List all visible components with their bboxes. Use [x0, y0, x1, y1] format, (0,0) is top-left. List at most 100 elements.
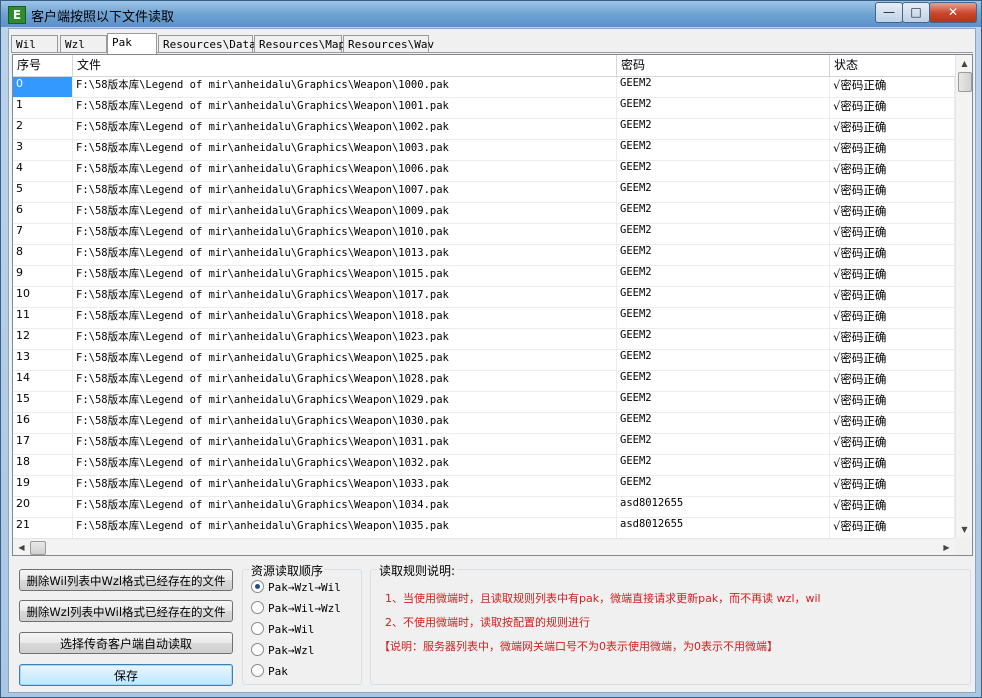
row-file-cell[interactable]: F:\58版本库\Legend of mir\anheidalu\Graphic… — [73, 455, 617, 475]
row-index-cell[interactable]: 20 — [13, 497, 73, 517]
tab-wzl[interactable]: Wzl — [60, 35, 107, 52]
row-file-cell[interactable]: F:\58版本库\Legend of mir\anheidalu\Graphic… — [73, 518, 617, 538]
table-row[interactable]: 16 F:\58版本库\Legend of mir\anheidalu\Graph… — [13, 413, 955, 434]
table-row[interactable]: 13 F:\58版本库\Legend of mir\anheidalu\Graph… — [13, 350, 955, 371]
row-password-cell[interactable]: GEEM2 — [617, 203, 830, 223]
row-file-cell[interactable]: F:\58版本库\Legend of mir\anheidalu\Graphic… — [73, 308, 617, 328]
row-index-cell[interactable]: 21 — [13, 518, 73, 538]
row-index-cell[interactable]: 5 — [13, 182, 73, 202]
row-file-cell[interactable]: F:\58版本库\Legend of mir\anheidalu\Graphic… — [73, 182, 617, 202]
row-file-cell[interactable]: F:\58版本库\Legend of mir\anheidalu\Graphic… — [73, 392, 617, 412]
close-button[interactable]: ✕ — [929, 2, 977, 23]
select-client-button[interactable]: 选择传奇客户端自动读取 — [19, 632, 233, 654]
row-status-cell[interactable]: √密码正确 — [830, 476, 955, 496]
table-row[interactable]: 12 F:\58版本库\Legend of mir\anheidalu\Graph… — [13, 329, 955, 350]
table-row[interactable]: 6 F:\58版本库\Legend of mir\anheidalu\Graphi… — [13, 203, 955, 224]
row-file-cell[interactable]: F:\58版本库\Legend of mir\anheidalu\Graphic… — [73, 476, 617, 496]
row-file-cell[interactable]: F:\58版本库\Legend of mir\anheidalu\Graphic… — [73, 497, 617, 517]
row-index-cell[interactable]: 1 — [13, 98, 73, 118]
row-password-cell[interactable]: GEEM2 — [617, 371, 830, 391]
row-status-cell[interactable]: √密码正确 — [830, 413, 955, 433]
row-index-cell[interactable]: 4 — [13, 161, 73, 181]
table-row[interactable]: 10 F:\58版本库\Legend of mir\anheidalu\Graph… — [13, 287, 955, 308]
row-status-cell[interactable]: √密码正确 — [830, 161, 955, 181]
radio-icon[interactable] — [251, 622, 264, 635]
row-status-cell[interactable]: √密码正确 — [830, 371, 955, 391]
row-file-cell[interactable]: F:\58版本库\Legend of mir\anheidalu\Graphic… — [73, 350, 617, 370]
tab-resources-map[interactable]: Resources\Map — [254, 35, 345, 52]
header-password[interactable]: 密码 — [617, 55, 830, 76]
radio-pak-wil[interactable]: Pak→Wil — [251, 622, 314, 640]
row-password-cell[interactable]: GEEM2 — [617, 434, 830, 454]
row-index-cell[interactable]: 12 — [13, 329, 73, 349]
delete-wzl-dup-button[interactable]: 删除Wzl列表中Wil格式已经存在的文件 — [19, 600, 233, 622]
row-password-cell[interactable]: GEEM2 — [617, 98, 830, 118]
row-status-cell[interactable]: √密码正确 — [830, 392, 955, 412]
minimize-button[interactable]: — — [875, 2, 903, 23]
row-password-cell[interactable]: GEEM2 — [617, 392, 830, 412]
table-row[interactable]: 2 F:\58版本库\Legend of mir\anheidalu\Graphi… — [13, 119, 955, 140]
row-index-cell[interactable]: 6 — [13, 203, 73, 223]
row-password-cell[interactable]: GEEM2 — [617, 245, 830, 265]
radio-selected-icon[interactable] — [251, 580, 264, 593]
table-row[interactable]: 15 F:\58版本库\Legend of mir\anheidalu\Graph… — [13, 392, 955, 413]
row-password-cell[interactable]: GEEM2 — [617, 455, 830, 475]
radio-icon[interactable] — [251, 664, 264, 677]
row-status-cell[interactable]: √密码正确 — [830, 98, 955, 118]
row-password-cell[interactable]: GEEM2 — [617, 476, 830, 496]
radio-pak-wzl-wil[interactable]: Pak→Wzl→Wil — [251, 580, 341, 598]
row-status-cell[interactable]: √密码正确 — [830, 455, 955, 475]
row-index-cell[interactable]: 13 — [13, 350, 73, 370]
table-row[interactable]: 11 F:\58版本库\Legend of mir\anheidalu\Graph… — [13, 308, 955, 329]
row-password-cell[interactable]: GEEM2 — [617, 182, 830, 202]
row-file-cell[interactable]: F:\58版本库\Legend of mir\anheidalu\Graphic… — [73, 245, 617, 265]
table-row[interactable]: 19 F:\58版本库\Legend of mir\anheidalu\Graph… — [13, 476, 955, 497]
row-file-cell[interactable]: F:\58版本库\Legend of mir\anheidalu\Graphic… — [73, 140, 617, 160]
table-row[interactable]: 4 F:\58版本库\Legend of mir\anheidalu\Graphi… — [13, 161, 955, 182]
row-status-cell[interactable]: √密码正确 — [830, 350, 955, 370]
tab-pak[interactable]: Pak — [107, 33, 157, 54]
row-file-cell[interactable]: F:\58版本库\Legend of mir\anheidalu\Graphic… — [73, 413, 617, 433]
row-index-cell[interactable]: 18 — [13, 455, 73, 475]
row-file-cell[interactable]: F:\58版本库\Legend of mir\anheidalu\Graphic… — [73, 119, 617, 139]
row-password-cell[interactable]: GEEM2 — [617, 329, 830, 349]
row-password-cell[interactable]: GEEM2 — [617, 350, 830, 370]
row-password-cell[interactable]: asd8012655 — [617, 497, 830, 517]
row-index-cell[interactable]: 19 — [13, 476, 73, 496]
table-row[interactable]: 3 F:\58版本库\Legend of mir\anheidalu\Graphi… — [13, 140, 955, 161]
row-status-cell[interactable]: √密码正确 — [830, 518, 955, 538]
row-password-cell[interactable]: GEEM2 — [617, 140, 830, 160]
row-status-cell[interactable]: √密码正确 — [830, 434, 955, 454]
table-row[interactable]: 14 F:\58版本库\Legend of mir\anheidalu\Graph… — [13, 371, 955, 392]
row-index-cell[interactable]: 16 — [13, 413, 73, 433]
row-password-cell[interactable]: GEEM2 — [617, 77, 830, 97]
row-index-cell[interactable]: 9 — [13, 266, 73, 286]
row-status-cell[interactable]: √密码正确 — [830, 182, 955, 202]
radio-pak-wil-wzl[interactable]: Pak→Wil→Wzl — [251, 601, 341, 619]
table-row[interactable]: 5 F:\58版本库\Legend of mir\anheidalu\Graphi… — [13, 182, 955, 203]
table-row[interactable]: 17 F:\58版本库\Legend of mir\anheidalu\Graph… — [13, 434, 955, 455]
row-file-cell[interactable]: F:\58版本库\Legend of mir\anheidalu\Graphic… — [73, 161, 617, 181]
tab-resources-wav[interactable]: Resources\Wav — [343, 35, 434, 52]
table-row[interactable]: 0 F:\58版本库\Legend of mir\anheidalu\Graphi… — [13, 77, 955, 98]
row-file-cell[interactable]: F:\58版本库\Legend of mir\anheidalu\Graphic… — [73, 224, 617, 244]
row-password-cell[interactable]: GEEM2 — [617, 119, 830, 139]
tab-wil[interactable]: Wil — [11, 35, 58, 52]
table-row[interactable]: 20 F:\58版本库\Legend of mir\anheidalu\Graph… — [13, 497, 955, 518]
title-bar[interactable]: E 客户端按照以下文件读取 — □ ✕ — [1, 1, 981, 27]
row-index-cell[interactable]: 14 — [13, 371, 73, 391]
header-index[interactable]: 序号 — [13, 55, 73, 76]
table-row[interactable]: 9 F:\58版本库\Legend of mir\anheidalu\Graphi… — [13, 266, 955, 287]
row-index-cell[interactable]: 0 — [13, 77, 73, 97]
horizontal-scrollbar[interactable]: ◀ ▶ — [13, 538, 955, 555]
row-file-cell[interactable]: F:\58版本库\Legend of mir\anheidalu\Graphic… — [73, 77, 617, 97]
row-status-cell[interactable]: √密码正确 — [830, 203, 955, 223]
table-row[interactable]: 18 F:\58版本库\Legend of mir\anheidalu\Graph… — [13, 455, 955, 476]
row-index-cell[interactable]: 8 — [13, 245, 73, 265]
save-button[interactable]: 保存 — [19, 664, 233, 686]
row-status-cell[interactable]: √密码正确 — [830, 287, 955, 307]
horizontal-scroll-thumb[interactable] — [30, 541, 46, 555]
row-file-cell[interactable]: F:\58版本库\Legend of mir\anheidalu\Graphic… — [73, 203, 617, 223]
scroll-up-icon[interactable]: ▲ — [956, 55, 972, 72]
table-row[interactable]: 8 F:\58版本库\Legend of mir\anheidalu\Graphi… — [13, 245, 955, 266]
